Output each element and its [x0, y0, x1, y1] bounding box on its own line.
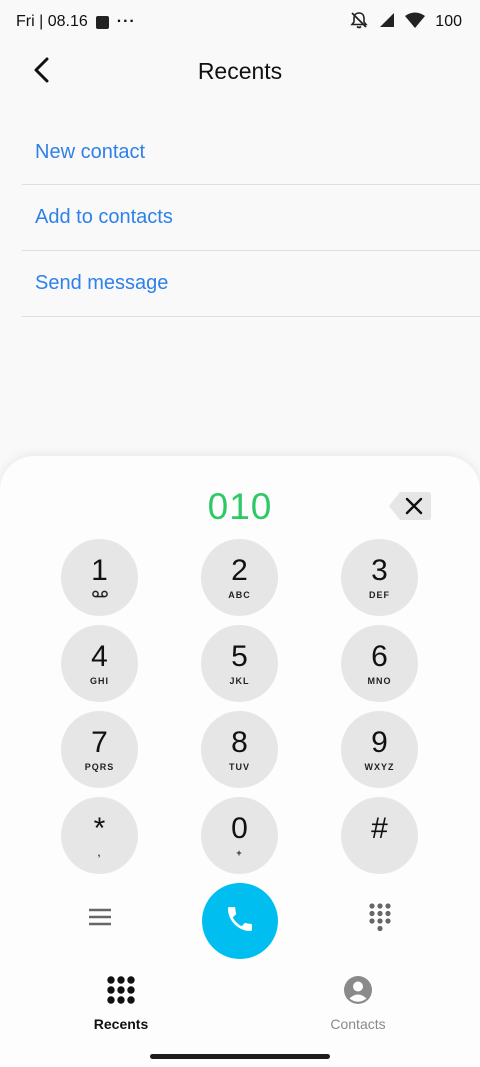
key-digit: 7	[91, 725, 108, 759]
key-0[interactable]: 0 +	[201, 797, 278, 874]
key-letters: PQRS	[84, 761, 115, 772]
key-letters: MNO	[367, 675, 392, 686]
key-hash[interactable]: #	[341, 797, 418, 874]
key-digit: 8	[231, 725, 248, 759]
status-right: 100	[349, 11, 462, 34]
status-bar: Fri | 08.16 ··· 100	[0, 0, 480, 44]
key-3[interactable]: 3 DEF	[341, 539, 418, 616]
phone-icon	[224, 903, 256, 940]
key-digit: *	[93, 811, 106, 845]
key-4[interactable]: 4 GHI	[61, 625, 138, 702]
key-digit: 5	[231, 639, 248, 673]
key-digit: #	[371, 811, 388, 845]
status-time: Fri | 08.16	[16, 13, 88, 30]
tab-recents-label: Recents	[93, 1016, 149, 1032]
tab-contacts-label: Contacts	[330, 1016, 386, 1032]
more-notifications-icon: ···	[116, 13, 136, 30]
key-7[interactable]: 7 PQRS	[61, 711, 138, 788]
wifi-icon	[405, 12, 426, 33]
tab-contacts[interactable]: Contacts	[298, 975, 418, 1032]
key-digit: 9	[371, 725, 388, 759]
keypad-grid-icon	[106, 975, 136, 1010]
key-letters: GHI	[89, 675, 109, 686]
call-button[interactable]	[202, 883, 278, 959]
key-letters: ABC	[228, 589, 251, 600]
bottom-nav: Recents Contacts	[0, 975, 480, 1035]
voicemail-icon	[91, 589, 108, 599]
key-digit: 4	[91, 639, 108, 673]
header: Recents	[0, 44, 480, 100]
page-title: Recents	[197, 58, 283, 84]
status-left: Fri | 08.16 ···	[16, 13, 136, 31]
action-list: New contact Add to contacts Send message	[22, 120, 480, 317]
key-6[interactable]: 6 MNO	[341, 625, 418, 702]
keypad-icon	[368, 902, 392, 937]
tab-recents[interactable]: Recents	[61, 975, 181, 1032]
key-letters: +	[236, 847, 243, 858]
key-digit: 0	[231, 811, 248, 845]
key-8[interactable]: 8 TUV	[201, 711, 278, 788]
send-message-button[interactable]: Send message	[22, 251, 480, 317]
key-digit: 1	[91, 554, 108, 587]
signal-icon	[379, 12, 395, 33]
menu-icon	[88, 907, 112, 932]
key-digit: 2	[231, 553, 248, 587]
key-letters: DEF	[369, 589, 390, 600]
add-to-contacts-button[interactable]: Add to contacts	[22, 185, 480, 251]
battery-level: 100	[435, 13, 462, 30]
backspace-icon	[388, 492, 432, 525]
person-icon	[343, 975, 373, 1010]
menu-button[interactable]	[82, 904, 118, 934]
new-contact-button[interactable]: New contact	[22, 120, 480, 185]
keypad-toggle-button[interactable]	[364, 902, 396, 936]
key-letters: JKL	[229, 675, 250, 686]
key-letters: ,	[97, 847, 102, 858]
backspace-button[interactable]	[388, 491, 432, 521]
key-star[interactable]: * ,	[61, 797, 138, 874]
key-2[interactable]: 2 ABC	[201, 539, 278, 616]
key-5[interactable]: 5 JKL	[201, 625, 278, 702]
key-letters: TUV	[229, 761, 250, 772]
key-digit: 3	[371, 553, 388, 587]
key-digit: 6	[371, 639, 388, 673]
home-indicator[interactable]	[150, 1054, 330, 1059]
key-letters: WXYZ	[364, 761, 395, 772]
key-1[interactable]: 1	[61, 539, 138, 616]
notification-icon	[95, 15, 109, 29]
mute-icon	[349, 11, 369, 34]
key-9[interactable]: 9 WXYZ	[341, 711, 418, 788]
